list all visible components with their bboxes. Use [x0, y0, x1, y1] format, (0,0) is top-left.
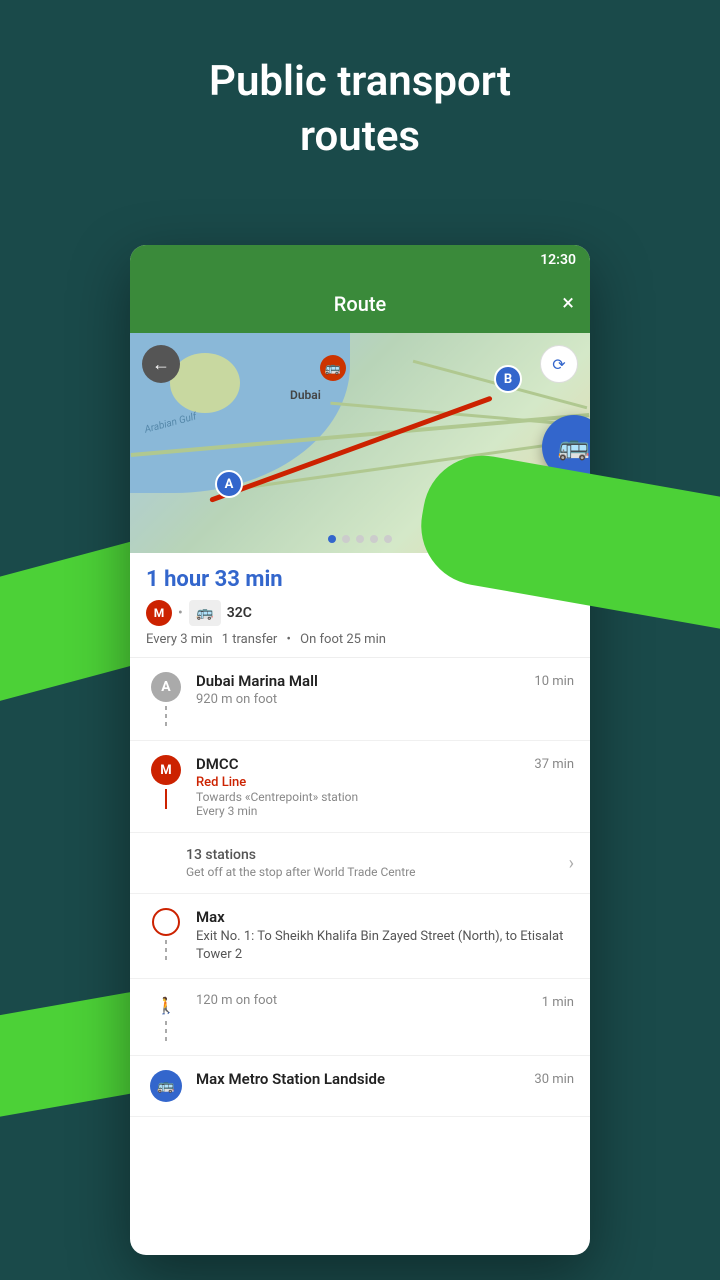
step-line-2: [165, 789, 167, 809]
palm-island: [170, 353, 240, 413]
step-sub-1: 920 m on foot: [196, 692, 534, 707]
bus-marker: 🚌: [320, 355, 346, 381]
map-dot-3: [356, 535, 364, 543]
marker-b: B: [494, 365, 522, 393]
close-button[interactable]: ×: [562, 293, 574, 315]
step-content-4: 120 m on foot: [186, 993, 542, 1008]
stations-row: 13 stations Get off at the stop after Wo…: [186, 847, 574, 879]
step-content-1: Dubai Marina Mall 920 m on foot: [186, 672, 534, 707]
status-time: 12:30: [540, 252, 576, 268]
map-dot-2: [342, 535, 350, 543]
page-title: Public transport routes: [0, 0, 720, 164]
step-name-3: Max: [196, 908, 574, 926]
stations-count: 13 stations: [186, 847, 416, 863]
route-separator: •: [287, 632, 291, 647]
step-icon-col-3: [146, 908, 186, 960]
map-dot-1: [328, 535, 336, 543]
step-stations[interactable]: 13 stations Get off at the stop after Wo…: [130, 833, 590, 894]
step-time-4: 1 min: [542, 993, 574, 1010]
step-icon-col-1: A: [146, 672, 186, 726]
step-time-5: 30 min: [534, 1070, 574, 1087]
status-bar: 12:30: [130, 245, 590, 275]
step-icon-2: M: [151, 755, 181, 785]
step-dubai-marina-mall: A Dubai Marina Mall 920 m on foot 10 min: [130, 658, 590, 741]
step-name-5: Max Metro Station Landside: [196, 1070, 534, 1088]
map-dot-4: [370, 535, 378, 543]
step-line-4: [165, 1021, 167, 1041]
step-time-1: 10 min: [534, 672, 574, 689]
step-icon-3: [152, 908, 180, 936]
step-name-4: 120 m on foot: [196, 993, 542, 1008]
step-name-2: DMCC: [196, 755, 534, 773]
map-refresh-button[interactable]: ⟳: [540, 345, 578, 383]
step-content-2: DMCC Red Line Towards «Centrepoint» stat…: [186, 755, 534, 818]
stations-info: 13 stations Get off at the stop after Wo…: [186, 847, 574, 879]
step-icon-1: A: [151, 672, 181, 702]
step-max: Max Exit No. 1: To Sheikh Khalifa Bin Za…: [130, 894, 590, 979]
bus-number: 32C: [227, 605, 252, 621]
step-dmcc: M DMCC Red Line Towards «Centrepoint» st…: [130, 741, 590, 833]
walk-icon: 🚶: [154, 993, 178, 1017]
step-foot-120: 🚶 120 m on foot 1 min: [130, 979, 590, 1056]
step-line-3: [165, 940, 167, 960]
step-direction: Towards «Centrepoint» station: [196, 790, 534, 804]
map-dot-5: [384, 535, 392, 543]
stations-info-text: 13 stations Get off at the stop after Wo…: [186, 847, 416, 879]
route-frequency: Every 3 min: [146, 632, 213, 647]
step-icon-col-5: 🚌: [146, 1070, 186, 1102]
map-back-button[interactable]: ←: [142, 345, 180, 383]
map-dots: [328, 535, 392, 543]
step-icon-col-2: M: [146, 755, 186, 809]
title-line2: routes: [300, 112, 420, 161]
mode-separator: •: [178, 605, 183, 621]
step-line-1: [165, 706, 167, 726]
step-icon-col-4: 🚶: [146, 993, 186, 1041]
route-meta: Every 3 min 1 transfer • On foot 25 min: [146, 632, 574, 647]
chevron-down-icon: ›: [569, 853, 574, 874]
step-name-1: Dubai Marina Mall: [196, 672, 534, 690]
header-title: Route: [334, 292, 386, 316]
route-transfers: 1 transfer: [222, 632, 278, 647]
step-time-2: 37 min: [534, 755, 574, 772]
metro-mode-icon: M: [146, 600, 172, 626]
route-header: Route ×: [130, 275, 590, 333]
step-max-metro-landside: 🚌 Max Metro Station Landside 30 min: [130, 1056, 590, 1117]
phone-card: 12:30 Route × A B 🚌 Arabian Gulf Du: [130, 245, 590, 1255]
step-content-5: Max Metro Station Landside: [186, 1070, 534, 1090]
route-modes: M • 🚌 32C: [146, 600, 574, 626]
route-on-foot: On foot 25 min: [300, 632, 386, 647]
stations-sub: Get off at the stop after World Trade Ce…: [186, 865, 416, 879]
step-exit-text: Exit No. 1: To Sheikh Khalifa Bin Zayed …: [196, 928, 574, 964]
marker-a: A: [215, 470, 243, 498]
step-freq: Every 3 min: [196, 804, 534, 818]
step-icon-5: 🚌: [150, 1070, 182, 1102]
step-content-3: Max Exit No. 1: To Sheikh Khalifa Bin Za…: [186, 908, 574, 964]
dubai-map-label: Dubai: [290, 388, 321, 402]
step-line-label: Red Line: [196, 775, 534, 790]
title-line1: Public transport: [209, 57, 511, 106]
steps-list: A Dubai Marina Mall 920 m on foot 10 min…: [130, 658, 590, 1255]
bus-mode-icon: 🚌: [189, 600, 221, 626]
